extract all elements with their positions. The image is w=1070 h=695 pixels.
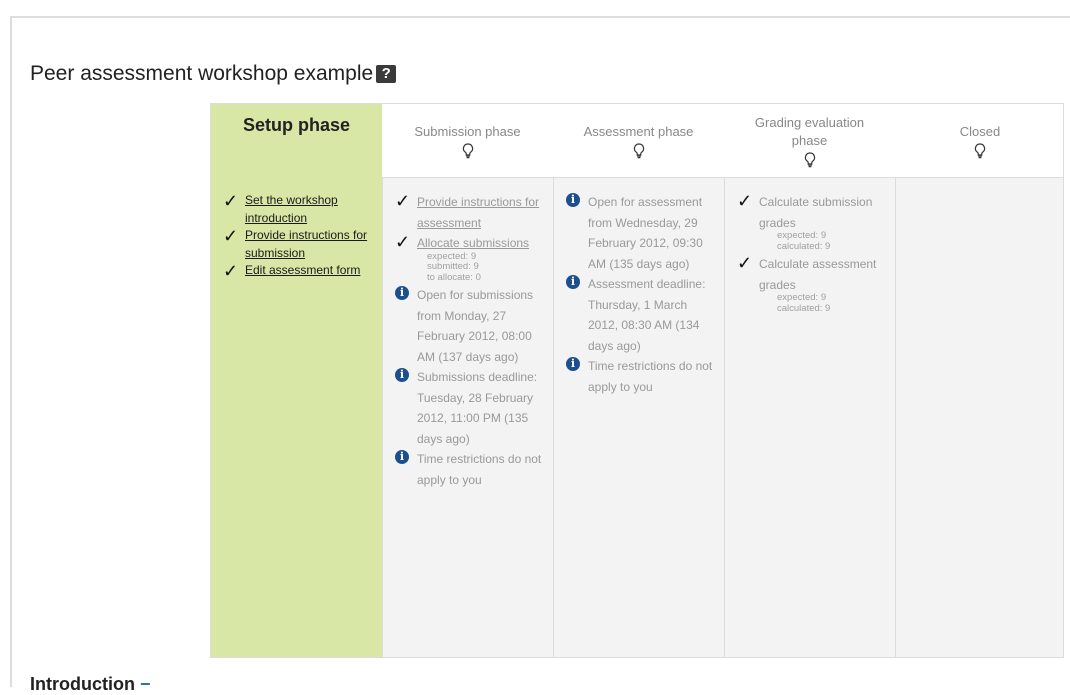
phase-title: Closed — [959, 123, 1001, 139]
lightbulb-icon[interactable] — [462, 142, 474, 159]
phase-tasks — [895, 178, 1063, 657]
info-icon: i — [395, 450, 409, 464]
task-text: Time restrictions do not apply to you — [417, 452, 542, 487]
task-item[interactable]: ✓ Provide instructions for submission — [223, 227, 374, 262]
top-border — [10, 16, 1070, 18]
task-detail-line: to allocate: 0 — [427, 271, 481, 283]
task-text: Submissions deadline: Tuesday, 28 Februa… — [417, 370, 538, 446]
phase-tasks: i Open for assessment from Wednesday, 29 … — [553, 178, 724, 657]
phase-title: Setup phase — [242, 115, 351, 135]
task-item: i Assessment deadline: Thursday, 1 March … — [566, 274, 716, 356]
phase-tasks: ✓ Provide instructions for assessment ✓ All… — [382, 178, 553, 657]
check-icon: ✓ — [223, 191, 239, 211]
task-item[interactable]: ✓ Set the workshop introduction — [223, 192, 374, 227]
task-text: Edit assessment form — [245, 262, 360, 280]
introduction-heading[interactable]: Introduction − — [30, 674, 151, 695]
task-link[interactable]: Allocate submissions — [417, 236, 529, 250]
task-link[interactable]: Set the workshop introduction — [245, 193, 338, 225]
task-details: expected: 9 calculated: 9 — [737, 230, 887, 252]
phase-submission: Submission phase ✓ Provide instructions f… — [382, 104, 553, 657]
check-icon: ✓ — [223, 261, 239, 281]
check-icon: ✓ — [395, 232, 411, 252]
lightbulb-icon[interactable] — [974, 142, 986, 159]
task-text: Set the workshop introduction — [245, 192, 374, 227]
task-details: expected: 9 calculated: 9 — [737, 292, 887, 314]
collapse-toggle-icon[interactable]: − — [140, 674, 151, 694]
check-icon: ✓ — [737, 253, 753, 273]
task-link[interactable]: Edit assessment form — [245, 263, 360, 277]
user-plan: Setup phase ✓ Set the workshop introducti… — [210, 103, 1064, 658]
check-icon: ✓ — [395, 191, 411, 211]
help-icon[interactable]: ? — [376, 65, 397, 83]
info-icon: i — [566, 193, 580, 207]
phase-grading-evaluation: Grading evaluation phase ✓ Calculate subm… — [724, 104, 895, 657]
phase-assessment: Assessment phase i Open for assessment fr… — [553, 104, 724, 657]
task-link[interactable]: Provide instructions for assessment — [417, 195, 539, 230]
phase-tasks: ✓ Set the workshop introduction ✓ Provide i… — [211, 178, 382, 657]
phase-header[interactable]: Submission phase — [382, 104, 553, 178]
info-icon: i — [395, 368, 409, 382]
task-item: i Open for assessment from Wednesday, 29 … — [566, 192, 716, 274]
task-item[interactable]: ✓ Provide instructions for assessment — [395, 192, 545, 233]
task-text: Calculate submission grades — [759, 195, 873, 230]
phase-title: Submission phase — [414, 123, 521, 139]
phase-closed: Closed — [895, 104, 1063, 657]
phase-header[interactable]: Grading evaluation phase — [724, 104, 895, 178]
phase-header: Setup phase — [211, 104, 382, 178]
task-link[interactable]: Provide instructions for submission — [245, 228, 367, 260]
lightbulb-icon[interactable] — [804, 151, 816, 168]
task-item[interactable]: ✓ Edit assessment form — [223, 262, 374, 280]
info-icon: i — [566, 275, 580, 289]
task-text: Open for assessment from Wednesday, 29 F… — [588, 195, 703, 271]
phase-tasks: ✓ Calculate submission grades expected: 9c… — [724, 178, 895, 657]
lightbulb-icon[interactable] — [633, 142, 645, 159]
check-icon: ✓ — [223, 226, 239, 246]
task-item: i Time restrictions do not apply to you — [395, 449, 545, 490]
phase-header[interactable]: Assessment phase — [553, 104, 724, 178]
phase-header[interactable]: Closed — [895, 104, 1063, 178]
task-item: ✓ Calculate assessment grades — [737, 254, 887, 295]
task-details: expected: 9 submitted: 9 to allocate: 0 — [395, 251, 545, 284]
task-detail-line: calculated: 9 — [777, 240, 831, 252]
task-text: Provide instructions for submission — [245, 227, 374, 262]
task-detail-line: submitted: 9 — [427, 261, 479, 272]
phase-setup: Setup phase ✓ Set the workshop introducti… — [211, 104, 382, 657]
phase-title: Grading evaluation phase — [754, 114, 865, 148]
task-item: ✓ Calculate submission grades — [737, 192, 887, 233]
task-item: i Open for submissions from Monday, 27 Fe… — [395, 285, 545, 367]
task-item: i Time restrictions do not apply to you — [566, 356, 716, 397]
task-item: i Submissions deadline: Tuesday, 28 Febru… — [395, 367, 545, 449]
task-text: Calculate assessment grades — [759, 257, 877, 292]
task-text: Provide instructions for assessment — [417, 192, 545, 233]
phase-title: Assessment phase — [583, 123, 694, 139]
section-title-text: Introduction — [30, 674, 135, 694]
info-icon: i — [395, 286, 409, 300]
task-text: Open for submissions from Monday, 27 Feb… — [417, 288, 534, 364]
check-icon: ✓ — [737, 191, 753, 211]
workshop-title: Peer assessment workshop example — [30, 62, 374, 85]
task-text: Time restrictions do not apply to you — [588, 359, 713, 394]
page-title: Peer assessment workshop example ? — [30, 62, 397, 86]
task-text: Assessment deadline: Thursday, 1 March 2… — [588, 277, 706, 353]
left-border — [10, 16, 12, 687]
info-icon: i — [566, 357, 580, 371]
task-detail-line: calculated: 9 — [777, 302, 831, 314]
